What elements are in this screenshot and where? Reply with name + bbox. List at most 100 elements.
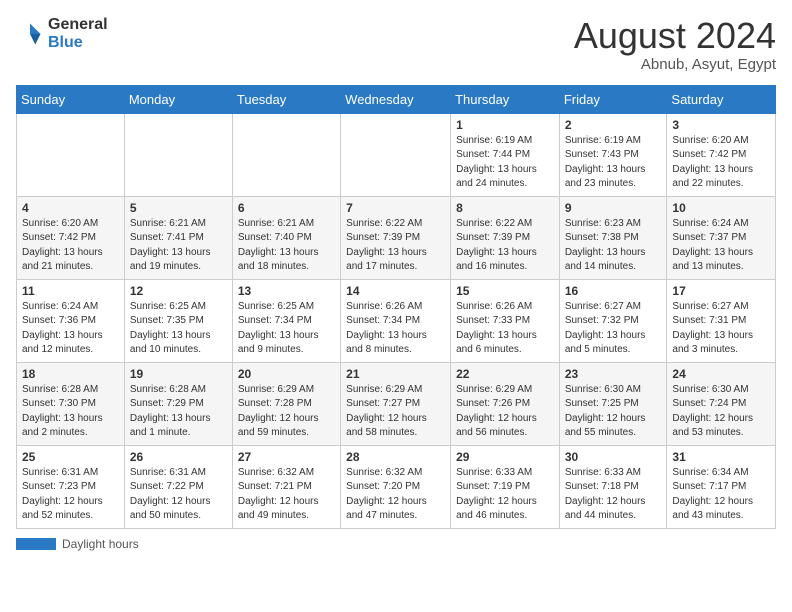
calendar-cell: 28Sunrise: 6:32 AMSunset: 7:20 PMDayligh…: [341, 445, 451, 528]
logo-general-text: General: [48, 16, 108, 34]
calendar-week-row: 1 Sunrise: 6:19 AMSunset: 7:44 PMDaylight…: [17, 113, 776, 196]
calendar-day-header: Tuesday: [232, 85, 340, 113]
day-number: 15: [456, 284, 554, 298]
day-number: 4: [22, 201, 119, 215]
day-number: 17: [672, 284, 770, 298]
footer-label: Daylight hours: [62, 537, 139, 551]
calendar-week-row: 25 Sunrise: 6:31 AMSunset: 7:23 PMDayligh…: [17, 445, 776, 528]
calendar-day-header: Wednesday: [341, 85, 451, 113]
day-number: 1: [456, 118, 554, 132]
calendar-week-row: 18Sunrise: 6:28 AMSunset: 7:30 PMDayligh…: [17, 362, 776, 445]
calendar-cell: 9 Sunrise: 6:23 AMSunset: 7:38 PMDaylight…: [559, 196, 667, 279]
day-info: Sunrise: 6:32 AMSunset: 7:20 PMDaylight:…: [346, 466, 445, 524]
day-number: 12: [130, 284, 227, 298]
calendar-cell: 31 Sunrise: 6:34 AMSunset: 7:17 PMDayligh…: [667, 445, 776, 528]
calendar-cell: 18Sunrise: 6:28 AMSunset: 7:30 PMDayligh…: [17, 362, 125, 445]
day-info: Sunrise: 6:30 AMSunset: 7:24 PMDaylight:…: [672, 383, 770, 441]
day-info: Sunrise: 6:29 AMSunset: 7:28 PMDaylight:…: [238, 383, 335, 441]
day-number: 21: [346, 367, 445, 381]
calendar-week-row: 4 Sunrise: 6:20 AMSunset: 7:42 PMDaylight…: [17, 196, 776, 279]
day-number: 9: [565, 201, 662, 215]
day-info: Sunrise: 6:20 AMSunset: 7:42 PMDaylight:…: [672, 134, 770, 192]
day-info: Sunrise: 6:25 AMSunset: 7:35 PMDaylight:…: [130, 300, 227, 358]
day-number: 5: [130, 201, 227, 215]
calendar-cell: 26 Sunrise: 6:31 AMSunset: 7:22 PMDayligh…: [124, 445, 232, 528]
header: General Blue August 2024 Abnub, Asyut, E…: [16, 16, 776, 73]
day-number: 31: [672, 450, 770, 464]
calendar-cell: 12 Sunrise: 6:25 AMSunset: 7:35 PMDayligh…: [124, 279, 232, 362]
day-info: Sunrise: 6:28 AMSunset: 7:30 PMDaylight:…: [22, 383, 119, 441]
day-info: Sunrise: 6:31 AMSunset: 7:23 PMDaylight:…: [22, 466, 119, 524]
calendar-cell: 3 Sunrise: 6:20 AMSunset: 7:42 PMDaylight…: [667, 113, 776, 196]
day-number: 22: [456, 367, 554, 381]
day-info: Sunrise: 6:29 AMSunset: 7:27 PMDaylight:…: [346, 383, 445, 441]
title-block: August 2024 Abnub, Asyut, Egypt: [574, 16, 776, 73]
calendar-cell: 6 Sunrise: 6:21 AMSunset: 7:40 PMDaylight…: [232, 196, 340, 279]
calendar-cell: 17 Sunrise: 6:27 AMSunset: 7:31 PMDayligh…: [667, 279, 776, 362]
day-info: Sunrise: 6:27 AMSunset: 7:31 PMDaylight:…: [672, 300, 770, 358]
calendar-cell: 27Sunrise: 6:32 AMSunset: 7:21 PMDayligh…: [232, 445, 340, 528]
calendar-cell: 7Sunrise: 6:22 AMSunset: 7:39 PMDaylight…: [341, 196, 451, 279]
day-info: Sunrise: 6:23 AMSunset: 7:38 PMDaylight:…: [565, 217, 662, 275]
footer: Daylight hours: [16, 537, 776, 551]
day-number: 10: [672, 201, 770, 215]
logo: General Blue: [16, 16, 108, 51]
day-number: 3: [672, 118, 770, 132]
calendar-cell: 5 Sunrise: 6:21 AMSunset: 7:41 PMDaylight…: [124, 196, 232, 279]
day-info: Sunrise: 6:32 AMSunset: 7:21 PMDaylight:…: [238, 466, 335, 524]
day-info: Sunrise: 6:20 AMSunset: 7:42 PMDaylight:…: [22, 217, 119, 275]
day-info: Sunrise: 6:21 AMSunset: 7:40 PMDaylight:…: [238, 217, 335, 275]
day-number: 2: [565, 118, 662, 132]
day-number: 19: [130, 367, 227, 381]
calendar-cell: 20 Sunrise: 6:29 AMSunset: 7:28 PMDayligh…: [232, 362, 340, 445]
day-info: Sunrise: 6:19 AMSunset: 7:44 PMDaylight:…: [456, 134, 554, 192]
day-number: 30: [565, 450, 662, 464]
day-number: 11: [22, 284, 119, 298]
calendar-cell: 2 Sunrise: 6:19 AMSunset: 7:43 PMDaylight…: [559, 113, 667, 196]
day-info: Sunrise: 6:25 AMSunset: 7:34 PMDaylight:…: [238, 300, 335, 358]
calendar-day-header: Monday: [124, 85, 232, 113]
day-number: 20: [238, 367, 335, 381]
day-number: 6: [238, 201, 335, 215]
calendar-cell: 30 Sunrise: 6:33 AMSunset: 7:18 PMDayligh…: [559, 445, 667, 528]
day-info: Sunrise: 6:30 AMSunset: 7:25 PMDaylight:…: [565, 383, 662, 441]
calendar-cell: 29 Sunrise: 6:33 AMSunset: 7:19 PMDayligh…: [451, 445, 560, 528]
calendar-cell: 23Sunrise: 6:30 AMSunset: 7:25 PMDayligh…: [559, 362, 667, 445]
calendar-cell: 24Sunrise: 6:30 AMSunset: 7:24 PMDayligh…: [667, 362, 776, 445]
day-info: Sunrise: 6:34 AMSunset: 7:17 PMDaylight:…: [672, 466, 770, 524]
day-info: Sunrise: 6:33 AMSunset: 7:18 PMDaylight:…: [565, 466, 662, 524]
calendar-cell: 4 Sunrise: 6:20 AMSunset: 7:42 PMDaylight…: [17, 196, 125, 279]
month-year: August 2024: [574, 16, 776, 56]
day-number: 26: [130, 450, 227, 464]
calendar-cell: 21 Sunrise: 6:29 AMSunset: 7:27 PMDayligh…: [341, 362, 451, 445]
daylight-bar-icon: [16, 538, 56, 550]
calendar-cell: [232, 113, 340, 196]
day-info: Sunrise: 6:33 AMSunset: 7:19 PMDaylight:…: [456, 466, 554, 524]
calendar-cell: 19Sunrise: 6:28 AMSunset: 7:29 PMDayligh…: [124, 362, 232, 445]
calendar-day-header: Thursday: [451, 85, 560, 113]
calendar-cell: 10 Sunrise: 6:24 AMSunset: 7:37 PMDayligh…: [667, 196, 776, 279]
day-info: Sunrise: 6:21 AMSunset: 7:41 PMDaylight:…: [130, 217, 227, 275]
day-number: 8: [456, 201, 554, 215]
day-info: Sunrise: 6:24 AMSunset: 7:37 PMDaylight:…: [672, 217, 770, 275]
calendar-cell: [17, 113, 125, 196]
calendar-day-header: Friday: [559, 85, 667, 113]
calendar-cell: 15Sunrise: 6:26 AMSunset: 7:33 PMDayligh…: [451, 279, 560, 362]
calendar-day-header: Sunday: [17, 85, 125, 113]
day-number: 14: [346, 284, 445, 298]
calendar-cell: [341, 113, 451, 196]
logo-blue-text: Blue: [48, 34, 108, 52]
day-info: Sunrise: 6:31 AMSunset: 7:22 PMDaylight:…: [130, 466, 227, 524]
logo-icon: [16, 20, 44, 48]
calendar-cell: 13Sunrise: 6:25 AMSunset: 7:34 PMDayligh…: [232, 279, 340, 362]
day-info: Sunrise: 6:27 AMSunset: 7:32 PMDaylight:…: [565, 300, 662, 358]
day-number: 29: [456, 450, 554, 464]
calendar-cell: 22Sunrise: 6:29 AMSunset: 7:26 PMDayligh…: [451, 362, 560, 445]
calendar-cell: 14Sunrise: 6:26 AMSunset: 7:34 PMDayligh…: [341, 279, 451, 362]
location: Abnub, Asyut, Egypt: [574, 56, 776, 73]
calendar-cell: 16Sunrise: 6:27 AMSunset: 7:32 PMDayligh…: [559, 279, 667, 362]
calendar-cell: 25 Sunrise: 6:31 AMSunset: 7:23 PMDayligh…: [17, 445, 125, 528]
day-number: 25: [22, 450, 119, 464]
day-info: Sunrise: 6:19 AMSunset: 7:43 PMDaylight:…: [565, 134, 662, 192]
calendar-cell: [124, 113, 232, 196]
